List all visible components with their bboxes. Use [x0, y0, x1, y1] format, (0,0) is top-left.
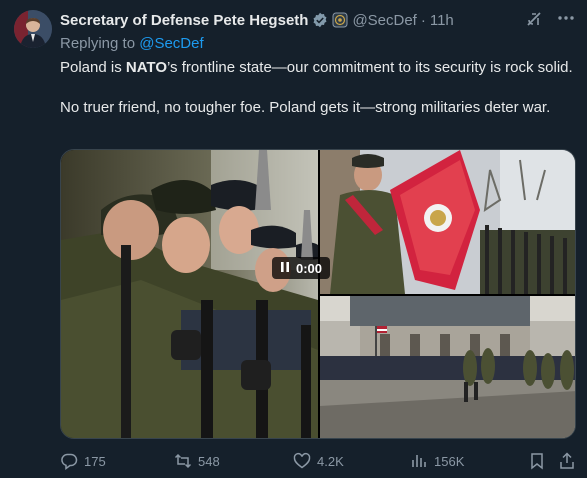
tweet-text-bold: NATO: [125, 59, 167, 76]
grok-icon[interactable]: [525, 10, 543, 28]
video-time: 0:00: [296, 260, 323, 276]
like-count: 4.2K: [317, 453, 344, 469]
media-photo-flag[interactable]: [320, 150, 575, 294]
like-icon: [293, 452, 311, 469]
play-icon[interactable]: [280, 261, 290, 276]
action-bar: 175 548 4.2K 156K: [60, 452, 580, 474]
views-count: 156K: [434, 453, 465, 469]
replying-to: Replying to @SecDef: [60, 35, 204, 52]
reply-count: 175: [84, 453, 106, 469]
tweet-paragraph-2: No truer friend, no tougher foe. Poland …: [60, 99, 551, 116]
display-name[interactable]: Secretary of Defense Pete Hegseth: [60, 12, 308, 29]
reply-icon: [61, 453, 78, 470]
handle[interactable]: @SecDef: [352, 12, 416, 29]
views-button[interactable]: 156K: [410, 452, 464, 470]
media-photo-soldiers[interactable]: [61, 150, 318, 438]
replying-to-mention[interactable]: @SecDef: [139, 35, 203, 52]
bookmark-button[interactable]: [528, 452, 546, 470]
more-icon[interactable]: [555, 8, 577, 28]
avatar[interactable]: [14, 10, 52, 48]
video-time-badge[interactable]: 0:00: [272, 257, 331, 279]
tweet-header: Secretary of Defense Pete Hegseth @SecDe…: [60, 10, 573, 30]
tweet-text-part: Poland is: [60, 59, 126, 76]
government-badge-icon: [332, 12, 348, 28]
media-video-parade[interactable]: [320, 296, 575, 438]
repost-count: 548: [198, 453, 220, 469]
repost-button[interactable]: 548: [174, 452, 220, 470]
verified-badge-icon: [312, 12, 328, 28]
share-icon: [560, 452, 574, 469]
replying-to-label: Replying to: [60, 35, 136, 52]
tweet[interactable]: Secretary of Defense Pete Hegseth @SecDe…: [0, 0, 587, 478]
tweet-text: Poland is NATO’s frontline state—our com…: [60, 58, 575, 138]
separator: ·: [420, 11, 426, 29]
share-button[interactable]: [558, 452, 576, 470]
media-grid[interactable]: [60, 149, 576, 439]
views-icon: [412, 455, 426, 467]
like-button[interactable]: 4.2K: [293, 452, 344, 470]
timestamp[interactable]: 11h: [430, 12, 454, 29]
bookmark-icon: [531, 453, 543, 470]
tweet-text-part: ’s frontline state—our commitment to its…: [167, 59, 573, 76]
tweet-paragraph-1: Poland is NATO’s frontline state—our com…: [60, 58, 575, 78]
reply-button[interactable]: 175: [60, 452, 106, 470]
repost-icon: [174, 453, 192, 469]
